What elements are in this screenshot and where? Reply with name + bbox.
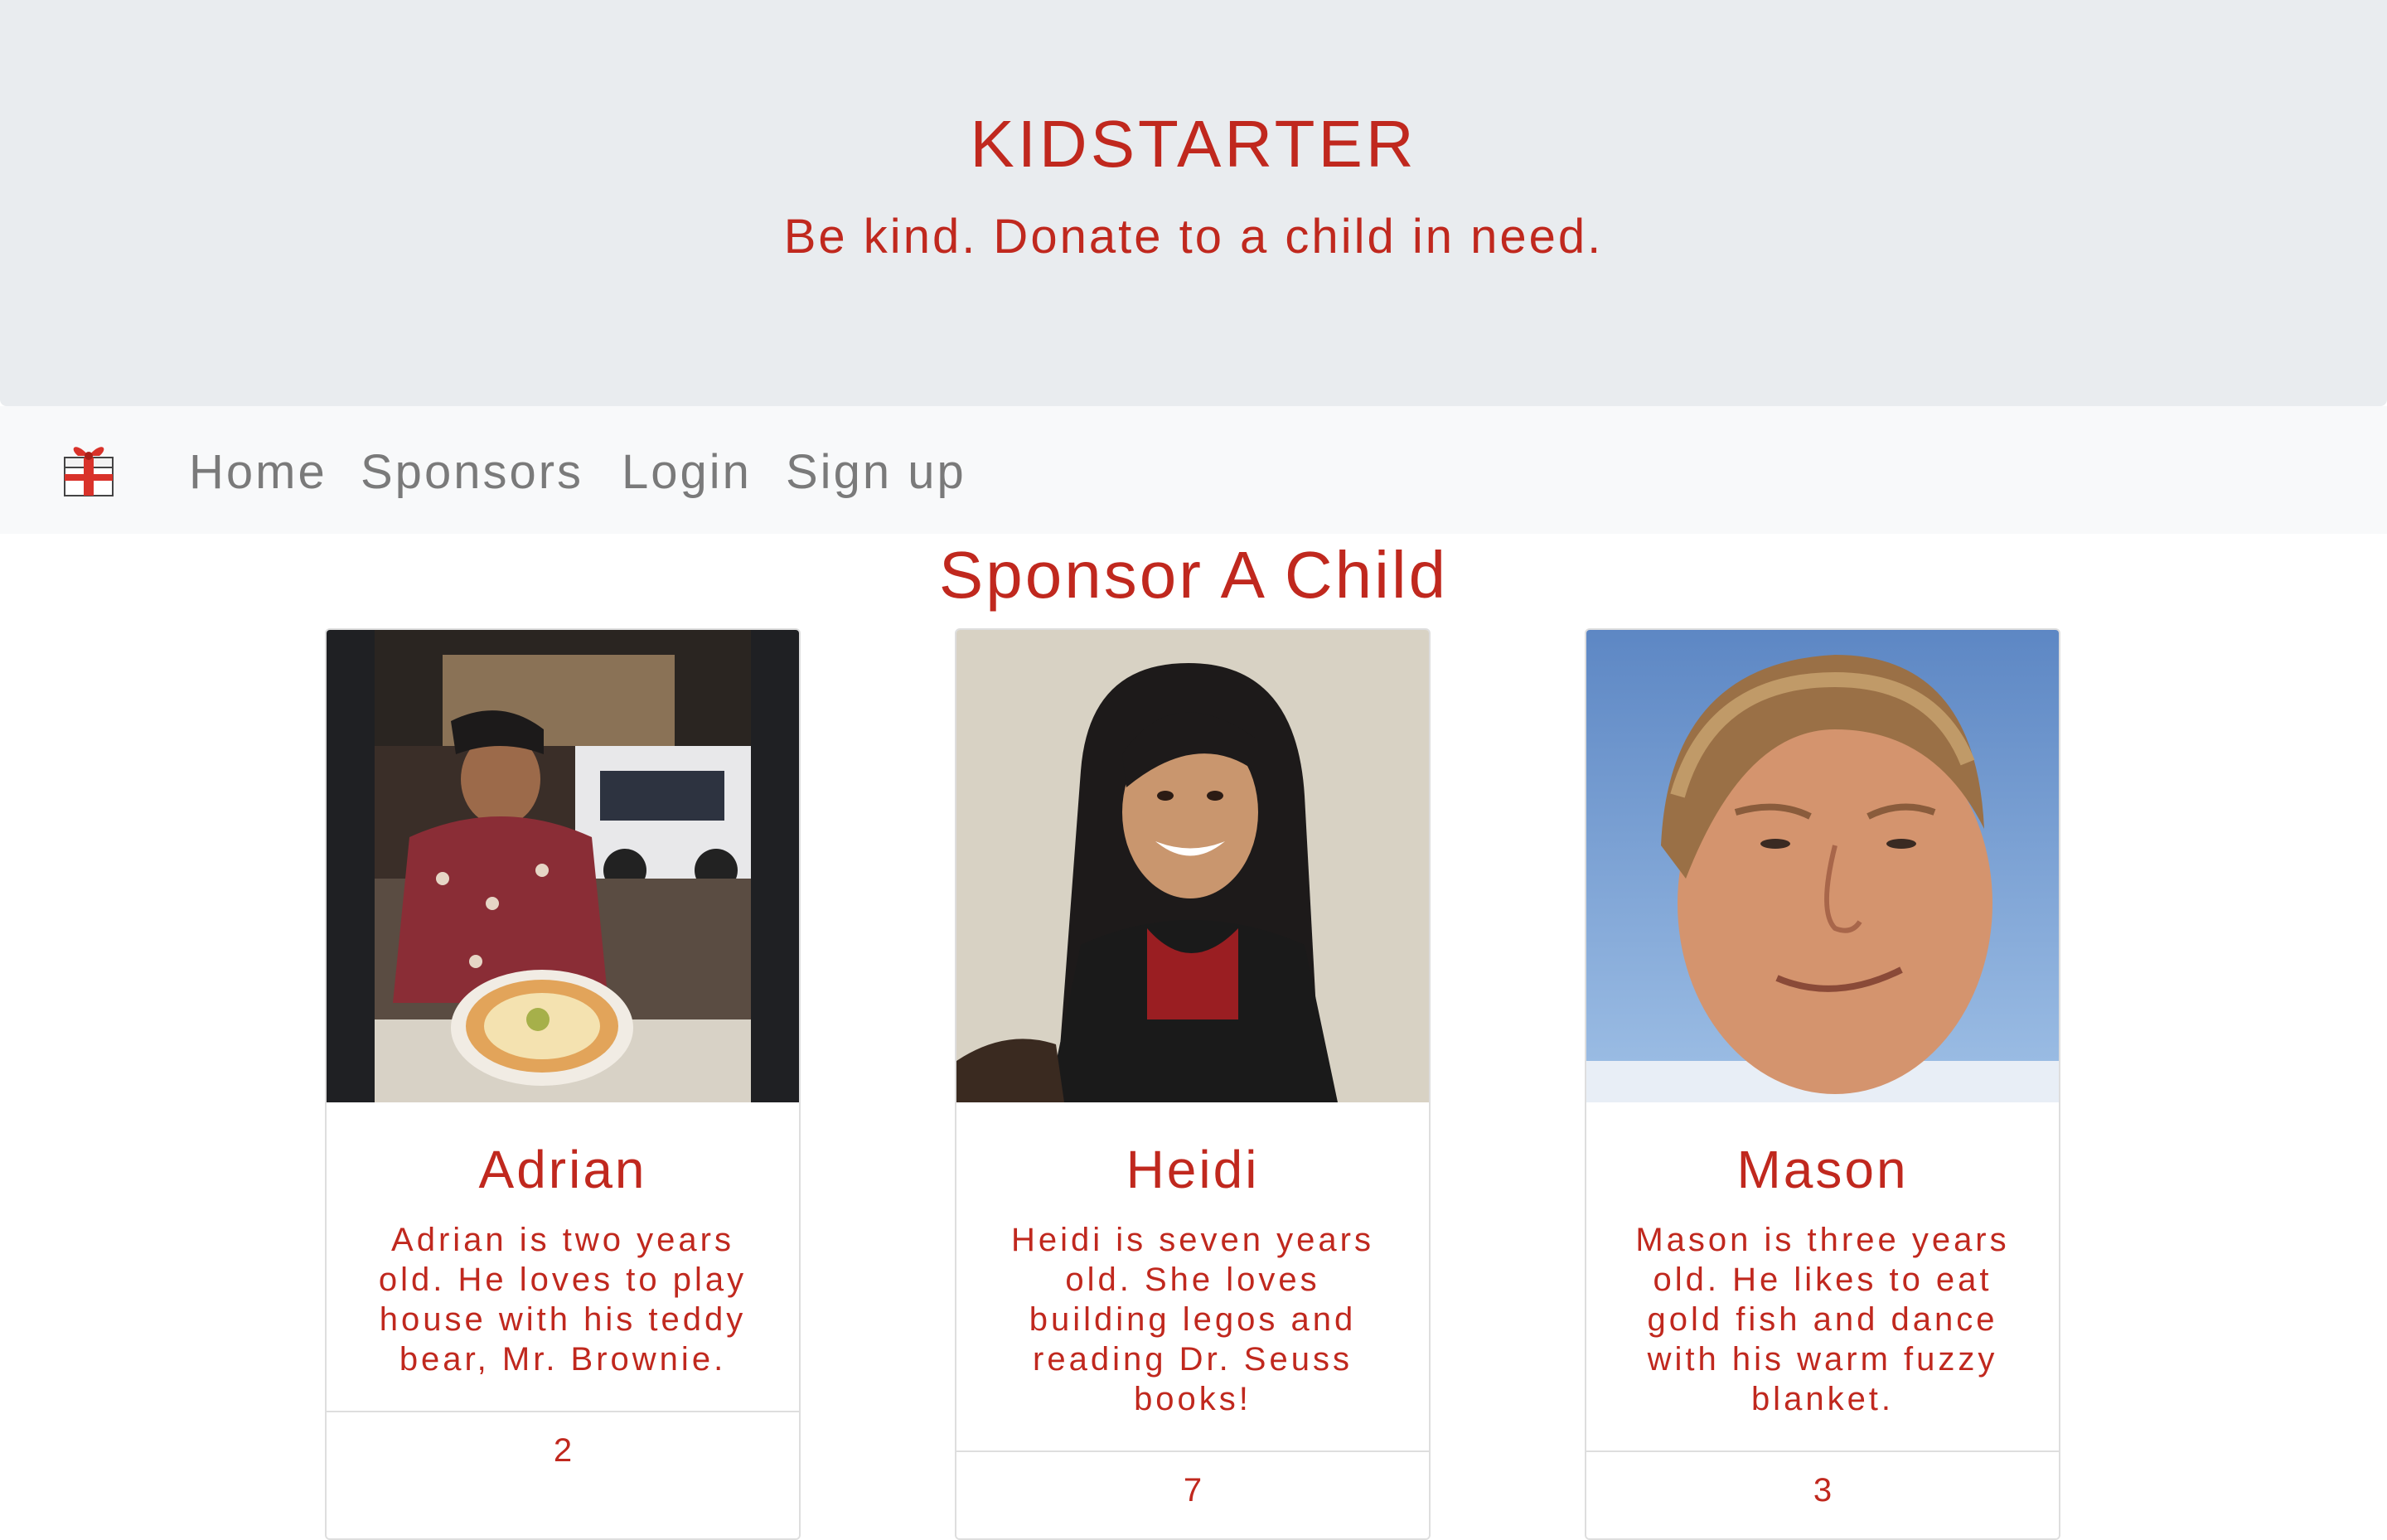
- child-name: Mason: [1736, 1140, 1909, 1199]
- gift-icon[interactable]: [60, 438, 118, 499]
- sponsor-count: 3: [1586, 1450, 2059, 1538]
- child-card[interactable]: Heidi Heidi is seven years old. She love…: [955, 628, 1431, 1540]
- nav-login[interactable]: Login: [622, 444, 752, 500]
- nav-home[interactable]: Home: [189, 444, 327, 500]
- sponsor-count: 7: [956, 1450, 1429, 1538]
- child-description: Heidi is seven years old. She loves buil…: [1011, 1222, 1374, 1417]
- child-card[interactable]: Adrian Adrian is two years old. He loves…: [325, 628, 801, 1540]
- navbar: [0, 406, 2387, 534]
- child-photo: [1586, 630, 2059, 1102]
- sponsor-count: 2: [327, 1411, 799, 1538]
- hero-banner: KIDSTARTER Be kind. Donate to a child in…: [0, 0, 2387, 406]
- child-photo: [956, 630, 1429, 1102]
- child-name: Adrian: [478, 1140, 647, 1199]
- child-card[interactable]: Mason Mason is three years old. He likes…: [1585, 628, 2060, 1540]
- site-tagline: Be kind. Donate to a child in need.: [783, 210, 1604, 264]
- child-description: Adrian is two years old. He loves to pla…: [378, 1222, 748, 1378]
- child-name: Heidi: [1126, 1140, 1260, 1199]
- site-title: KIDSTARTER: [970, 107, 1417, 181]
- child-photo: [327, 630, 799, 1102]
- section-title: Sponsor A Child: [938, 538, 1449, 612]
- child-description: Mason is three years old. He likes to ea…: [1635, 1222, 2010, 1417]
- nav-signup[interactable]: Sign up: [786, 444, 966, 500]
- nav-sponsors[interactable]: Sponsors: [361, 444, 583, 500]
